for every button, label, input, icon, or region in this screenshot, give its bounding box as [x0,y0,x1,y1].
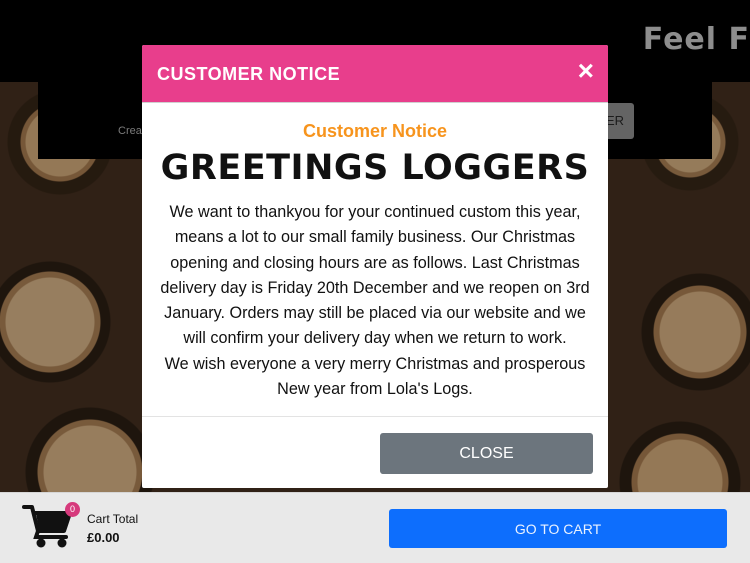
notice-closing: We wish everyone a very merry Christmas … [164,354,586,399]
modal-body: Customer Notice GREETINGS LOGGERS We wan… [142,103,608,417]
close-button[interactable]: CLOSE [380,433,593,474]
modal-header: CUSTOMER NOTICE × [142,45,608,103]
cart-total-value: £0.00 [87,530,120,545]
cart-bar: 0 Cart Total £0.00 GO TO CART [0,492,750,563]
modal-footer: CLOSE [142,417,608,487]
notice-subheading: Customer Notice [302,121,448,141]
notice-heading: GREETINGS LOGGERS [160,148,590,188]
cart-count-badge: 0 [65,502,80,517]
close-icon[interactable]: × [578,56,594,85]
customer-notice-modal: CUSTOMER NOTICE × Customer Notice GREETI… [142,45,608,488]
cart-total-label: Cart Total [87,512,139,526]
go-to-cart-button[interactable]: GO TO CART [389,509,727,548]
modal-title: CUSTOMER NOTICE [157,64,341,84]
notice-paragraph: We want to thankyou for your continued c… [160,203,590,348]
